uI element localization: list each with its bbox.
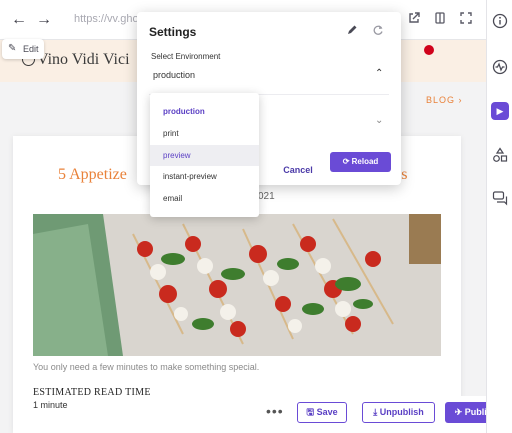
comments-icon[interactable] [491, 190, 509, 208]
external-link-icon[interactable] [404, 10, 424, 30]
unpublish-icon: ⤓ [373, 407, 378, 417]
post-date: 021 [258, 191, 275, 202]
back-icon[interactable]: ← [9, 10, 29, 30]
shapes-icon[interactable] [491, 147, 509, 165]
chevron-up-icon[interactable]: ⌃ [375, 68, 383, 79]
read-time-label: ESTIMATED READ TIME [33, 387, 151, 398]
dropdown-option[interactable]: print [150, 123, 259, 144]
expand-icon[interactable] [456, 10, 476, 30]
save-button[interactable]: 🖫 Save [297, 402, 347, 423]
settings-title: Settings [149, 25, 197, 39]
save-label: Save [316, 407, 338, 417]
image-caption: You only need a few minutes to make some… [33, 362, 260, 372]
url-field[interactable]: https://vv.ghos [74, 13, 144, 25]
unpublish-label: Unpublish [379, 407, 424, 417]
post-title: 5 Appetize [58, 166, 127, 183]
status-dot-icon [424, 45, 434, 55]
save-icon: 🖫 [306, 407, 315, 417]
environment-label: Select Environment [151, 52, 221, 61]
environment-select[interactable]: production [153, 70, 195, 80]
hero-image [33, 214, 441, 356]
site-title-text: Vino Vidi Vici [37, 51, 130, 68]
edit-label: Edit [23, 44, 39, 54]
blog-link[interactable]: BLOG › [426, 95, 463, 105]
dropdown-option[interactable]: instant-preview [150, 166, 259, 187]
reload-icon: ⟳ [342, 157, 350, 166]
more-options-icon[interactable]: ••• [266, 403, 284, 419]
environment-dropdown: production print preview instant-preview… [150, 93, 259, 217]
chevron-down-icon[interactable]: ⌄ [375, 115, 383, 126]
pencil-icon: ✎ [8, 43, 17, 54]
publish-icon: ✈ [454, 407, 463, 417]
read-time-value: 1 minute [33, 400, 68, 410]
right-rail: ▶ [486, 0, 512, 433]
refresh-icon[interactable] [370, 24, 386, 40]
device-icon[interactable] [430, 10, 450, 30]
edit-button[interactable]: ✎ Edit [2, 39, 44, 59]
pencil-icon[interactable] [344, 24, 360, 40]
app-window: ← → https://vv.ghos Vino Vidi Vici ✎ Edi… [0, 0, 512, 433]
activity-icon[interactable] [491, 59, 509, 77]
dropdown-option[interactable]: preview [150, 145, 259, 166]
play-icon[interactable]: ▶ [491, 102, 509, 120]
unpublish-button[interactable]: ⤓ Unpublish [362, 402, 435, 423]
info-icon[interactable] [491, 13, 509, 31]
dropdown-option[interactable]: production [150, 101, 259, 122]
reload-label: Reload [351, 157, 379, 166]
reload-button[interactable]: ⟳ Reload [330, 152, 391, 172]
forward-icon[interactable]: → [34, 10, 54, 30]
cancel-button[interactable]: Cancel [280, 162, 316, 178]
dropdown-option[interactable]: email [150, 188, 259, 209]
